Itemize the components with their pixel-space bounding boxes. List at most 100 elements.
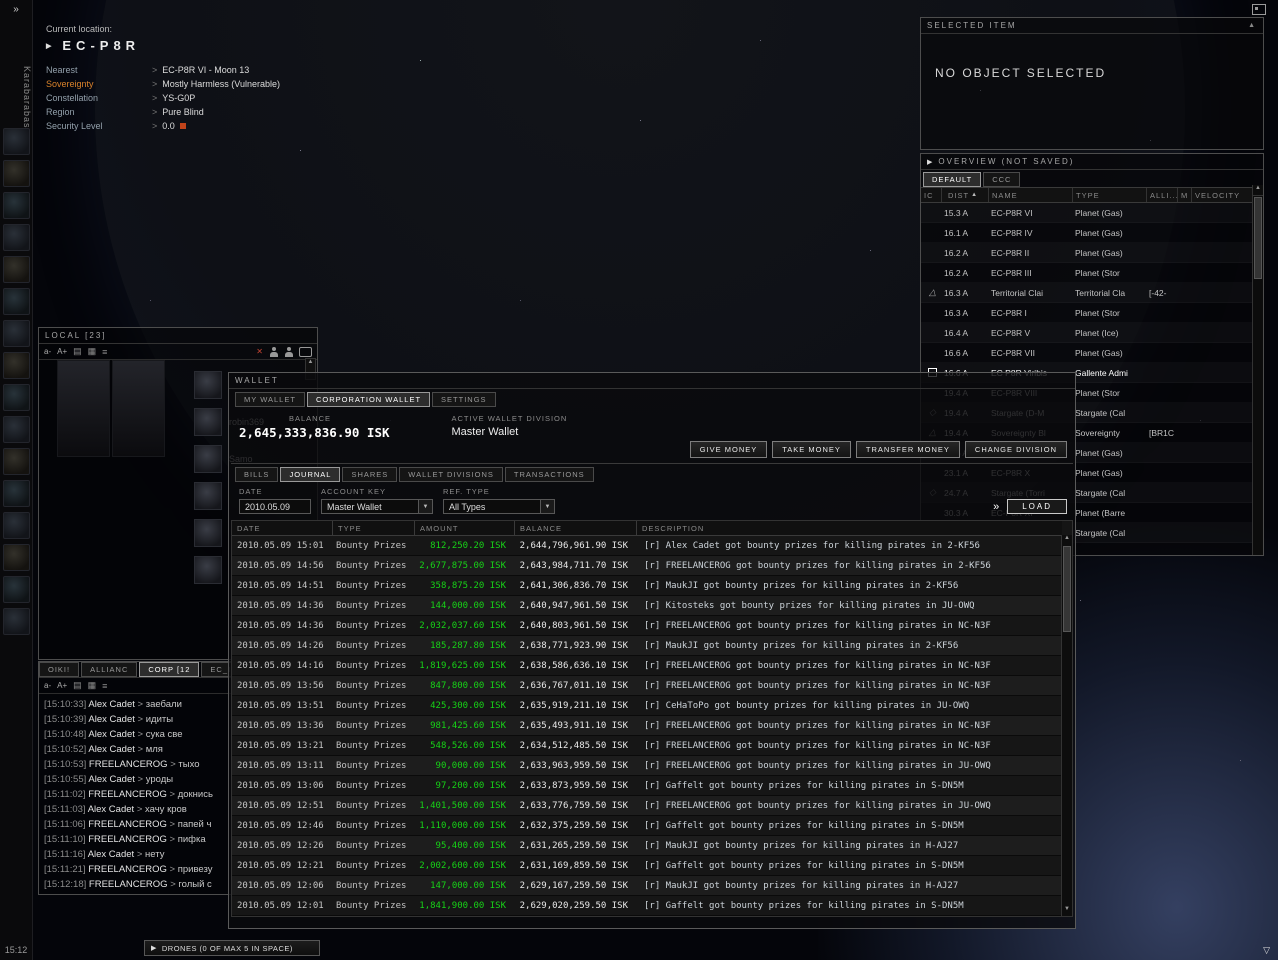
- drones-bar[interactable]: ▶ DRONES (0 OF MAX 5 IN SPACE): [144, 940, 320, 956]
- column-dist[interactable]: DIST ▲: [941, 188, 988, 202]
- column-type[interactable]: TYPE: [332, 521, 414, 535]
- member-portrait[interactable]: [194, 519, 222, 547]
- overview-tab[interactable]: DEFAULT: [923, 172, 982, 187]
- scrollbar-thumb[interactable]: [1254, 197, 1262, 279]
- grid-view-icon[interactable]: ▦: [88, 346, 97, 357]
- wallet-subtab[interactable]: SHARES: [342, 467, 398, 482]
- wallet-tab[interactable]: MY WALLET: [235, 392, 305, 407]
- journal-row[interactable]: 2010.05.09 12:51 Bounty Prizes 1,401,500…: [232, 796, 1062, 816]
- selected-item-titlebar[interactable]: SELECTED ITEM ▲: [921, 18, 1263, 34]
- journal-row[interactable]: 2010.05.09 12:21 Bounty Prizes 2,002,600…: [232, 856, 1062, 876]
- message-author[interactable]: Alex Cadet: [88, 744, 134, 755]
- journal-row[interactable]: 2010.05.09 13:06 Bounty Prizes 97,200.00…: [232, 776, 1062, 796]
- journal-row[interactable]: 2010.05.09 14:26 Bounty Prizes 185,287.8…: [232, 636, 1062, 656]
- chat-tab[interactable]: CORP [12: [139, 662, 200, 677]
- wallet-subtab[interactable]: BILLS: [235, 467, 279, 482]
- pilot-portrait-large[interactable]: [57, 360, 110, 457]
- column-ic[interactable]: IC: [921, 188, 941, 202]
- compact-view-icon[interactable]: ≡: [102, 347, 107, 357]
- column-name[interactable]: NAME: [988, 188, 1072, 202]
- chat-tab[interactable]: OIKI!: [39, 662, 80, 677]
- message-author[interactable]: FREELANCEROG: [88, 819, 167, 830]
- member-portrait[interactable]: [194, 408, 222, 436]
- member-icon[interactable]: [269, 346, 278, 357]
- list-view-icon[interactable]: ▤: [73, 346, 82, 357]
- message-author[interactable]: FREELANCEROG: [88, 864, 167, 875]
- column-alliance[interactable]: ALLI...: [1146, 188, 1177, 202]
- clock[interactable]: 15:12: [0, 945, 32, 955]
- message-author[interactable]: FREELANCEROG: [88, 789, 167, 800]
- people-places-icon[interactable]: [3, 544, 30, 571]
- location-value[interactable]: EC-P8R VI - Moon 13: [162, 65, 249, 75]
- message-author[interactable]: Alex Cadet: [88, 714, 134, 725]
- message-author[interactable]: Alex Cadet: [88, 729, 134, 740]
- journal-scrollbar[interactable]: ▲ ▼: [1061, 535, 1072, 916]
- journal-row[interactable]: 2010.05.09 13:51 Bounty Prizes 425,300.0…: [232, 696, 1062, 716]
- overview-row[interactable]: 16.2 A EC-P8R II Planet (Gas): [921, 243, 1253, 263]
- message-author[interactable]: FREELANCEROG: [89, 759, 168, 770]
- wallet-titlebar[interactable]: WALLET: [229, 373, 1075, 389]
- wallet-action-button[interactable]: CHANGE DIVISION: [964, 441, 1067, 458]
- scroll-down-icon[interactable]: ▼: [1062, 906, 1072, 916]
- column-m[interactable]: M: [1177, 188, 1191, 202]
- journal-row[interactable]: 2010.05.09 12:46 Bounty Prizes 1,110,000…: [232, 816, 1062, 836]
- overview-tab[interactable]: CCC: [983, 172, 1021, 187]
- font-increase-button[interactable]: A+: [57, 347, 67, 356]
- speech-bubble-icon[interactable]: [299, 346, 312, 357]
- message-author[interactable]: Alex Cadet: [88, 804, 134, 815]
- date-input[interactable]: 2010.05.09: [239, 499, 311, 514]
- journal-row[interactable]: 2010.05.09 14:16 Bounty Prizes 1,819,625…: [232, 656, 1062, 676]
- fitting-icon[interactable]: [3, 256, 30, 283]
- wallet-action-button[interactable]: GIVE MONEY: [689, 441, 768, 458]
- neocom-expand-icon[interactable]: »: [0, 0, 32, 15]
- font-increase-button[interactable]: A+: [57, 681, 67, 690]
- system-name-row[interactable]: ▶ EC-P8R: [46, 38, 280, 53]
- skills-icon[interactable]: [3, 160, 30, 187]
- message-author[interactable]: Alex Cadet: [88, 774, 134, 785]
- member-portrait[interactable]: [194, 556, 222, 584]
- window-control-icon[interactable]: [1252, 4, 1266, 15]
- map-icon[interactable]: [3, 416, 30, 443]
- journal-row[interactable]: 2010.05.09 15:01 Bounty Prizes 812,250.2…: [232, 536, 1062, 556]
- message-author[interactable]: FREELANCEROG: [89, 879, 168, 890]
- journal-row[interactable]: 2010.05.09 13:56 Bounty Prizes 847,800.0…: [232, 676, 1062, 696]
- chevron-down-icon[interactable]: ▼: [540, 500, 554, 513]
- chevron-down-icon[interactable]: ▼: [418, 500, 432, 513]
- member-portrait[interactable]: [194, 371, 222, 399]
- scrollbar-thumb[interactable]: [1063, 546, 1071, 632]
- assets-icon[interactable]: [3, 512, 30, 539]
- wallet-action-button[interactable]: TRANSFER MONEY: [855, 441, 960, 458]
- grid-view-icon[interactable]: ▦: [88, 680, 97, 691]
- wallet-subtab[interactable]: TRANSACTIONS: [504, 467, 594, 482]
- mail-icon[interactable]: [3, 192, 30, 219]
- market-icon[interactable]: [3, 384, 30, 411]
- journal-row[interactable]: 2010.05.09 14:36 Bounty Prizes 144,000.0…: [232, 596, 1062, 616]
- journal-row[interactable]: 2010.05.09 14:56 Bounty Prizes 2,677,875…: [232, 556, 1062, 576]
- compact-view-icon[interactable]: ≡: [102, 681, 107, 691]
- overview-row[interactable]: 16.6 A EC-P8R VII Planet (Gas): [921, 343, 1253, 363]
- chat-tab[interactable]: ALLIANC: [81, 662, 138, 677]
- journal-row[interactable]: 2010.05.09 12:01 Bounty Prizes 1,841,900…: [232, 896, 1062, 916]
- wallet-subtab[interactable]: WALLET DIVISIONS: [399, 467, 503, 482]
- journal-row[interactable]: 2010.05.09 13:36 Bounty Prizes 981,425.6…: [232, 716, 1062, 736]
- list-view-icon[interactable]: ▤: [73, 680, 82, 691]
- wallet-icon[interactable]: [3, 352, 30, 379]
- pilot-portrait-large[interactable]: [112, 360, 165, 457]
- message-author[interactable]: Alex Cadet: [88, 699, 134, 710]
- location-value[interactable]: 0.0: [162, 121, 186, 131]
- journal-row[interactable]: 2010.05.09 12:06 Bounty Prizes 147,000.0…: [232, 876, 1062, 896]
- column-balance[interactable]: BALANCE: [514, 521, 636, 535]
- message-author[interactable]: FREELANCEROG: [88, 834, 167, 845]
- overview-scrollbar[interactable]: ▲: [1252, 185, 1263, 555]
- overview-titlebar[interactable]: ▶ OVERVIEW (NOT SAVED): [921, 154, 1263, 170]
- overview-row[interactable]: 16.3 A Territorial Clai Territorial Cla …: [921, 283, 1253, 303]
- wallet-tab[interactable]: SETTINGS: [432, 392, 496, 407]
- scroll-up-icon[interactable]: ▲: [1062, 535, 1072, 545]
- science-icon[interactable]: [3, 448, 30, 475]
- font-decrease-button[interactable]: a-: [44, 347, 51, 356]
- journal-icon[interactable]: [3, 320, 30, 347]
- block-member-icon[interactable]: ✕: [256, 347, 263, 356]
- journal-row[interactable]: 2010.05.09 14:51 Bounty Prizes 358,875.2…: [232, 576, 1062, 596]
- location-value[interactable]: YS-G0P: [162, 93, 195, 103]
- column-date[interactable]: DATE: [232, 521, 332, 535]
